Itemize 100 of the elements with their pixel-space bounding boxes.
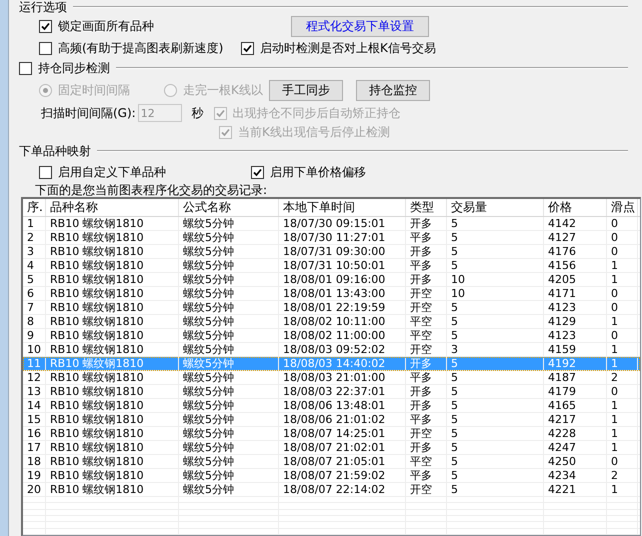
table-cell: RB10 螺纹钢1810 (46, 413, 179, 426)
table-cell: 18/08/03 09:52:02 (279, 343, 406, 356)
checkbox[interactable] (39, 166, 52, 178)
table-cell: 0 (607, 385, 638, 398)
position-monitor-button[interactable]: 持仓监控 (356, 80, 430, 100)
table-cell: 5 (447, 245, 544, 258)
table-cell: RB10 螺纹钢1810 (46, 469, 179, 482)
table-cell: 18/08/07 21:05:01 (279, 455, 406, 468)
table-cell: RB10 螺纹钢1810 (46, 483, 179, 496)
table-cell: 平多 (406, 469, 447, 482)
table-cell: RB10 螺纹钢1810 (46, 273, 179, 286)
table-cell: 1 (607, 343, 638, 356)
table-cell: 18/07/30 11:27:01 (279, 231, 406, 244)
table-cell: 1 (607, 483, 638, 496)
table-cell: 螺纹5分钟 (179, 287, 279, 300)
table-cell: 螺纹5分钟 (179, 469, 279, 482)
table-cell: 1 (607, 427, 638, 440)
table-cell: RB10 螺纹钢1810 (46, 287, 179, 300)
table-cell: 5 (447, 217, 544, 230)
table-cell: 0 (607, 217, 638, 230)
trade-settings-button[interactable]: 程式化交易下单设置 (291, 16, 429, 36)
checkbox[interactable] (19, 62, 32, 74)
table-cell: 4228 (544, 427, 607, 440)
table-cell: 7 (23, 301, 46, 314)
table-cell: RB10 螺纹钢1810 (46, 455, 179, 468)
checkbox[interactable] (241, 42, 254, 54)
checkbox[interactable] (251, 166, 264, 178)
table-row[interactable]: 15 RB10 螺纹钢1810 螺纹5分钟 18/08/06 21:01:02 平多 5 4217 1 (23, 413, 640, 427)
table-cell: 螺纹5分钟 (179, 483, 279, 496)
table-row[interactable]: 17 RB10 螺纹钢1810 螺纹5分钟 18/08/07 21:02:01 开多 5 4247 1 (23, 441, 640, 455)
table-row[interactable]: 9 RB10 螺纹钢1810 螺纹5分钟 18/08/02 11:00:00 平空 5 4123 0 (23, 329, 640, 343)
checkbox[interactable] (39, 20, 52, 32)
table-cell: 5 (447, 441, 544, 454)
table-cell: 螺纹5分钟 (179, 245, 279, 258)
table-cell: 11 (23, 357, 46, 370)
table-row[interactable]: 5 RB10 螺纹钢1810 螺纹5分钟 18/08/01 09:16:00 开多 10 4205 1 (23, 273, 640, 287)
table-cell: 4176 (544, 245, 607, 258)
table-cell: 1 (607, 259, 638, 272)
table-cell: RB10 螺纹钢1810 (46, 385, 179, 398)
table-cell: 18/08/02 10:11:00 (279, 315, 406, 328)
table-cell: 开多 (406, 399, 447, 412)
table-cell: 0 (607, 231, 638, 244)
table-cell: 18/08/06 21:01:02 (279, 413, 406, 426)
table-row[interactable]: 18 RB10 螺纹钢1810 螺纹5分钟 18/08/07 21:05:01 平空 5 4250 0 (23, 455, 640, 469)
table-cell: 12 (23, 371, 46, 384)
table-row[interactable]: 2 RB10 螺纹钢1810 螺纹5分钟 18/07/30 11:27:01 平多 5 4127 0 (23, 231, 640, 245)
table-row[interactable]: 14 RB10 螺纹钢1810 螺纹5分钟 18/08/06 13:48:01 开多 5 4165 1 (23, 399, 640, 413)
table-cell: 5 (447, 469, 544, 482)
table-cell: 平空 (406, 315, 447, 328)
table-cell: 螺纹5分钟 (179, 441, 279, 454)
table-cell: 平多 (406, 371, 447, 384)
table-cell: 20 (23, 483, 46, 496)
table-cell: 螺纹5分钟 (179, 357, 279, 370)
table-cell: RB10 螺纹钢1810 (46, 427, 179, 440)
table-cell: 4156 (544, 259, 607, 272)
table-cell: 18/08/06 13:48:01 (279, 399, 406, 412)
table-cell: 螺纹5分钟 (179, 399, 279, 412)
table-cell: 18/08/01 13:43:00 (279, 287, 406, 300)
table-cell: 5 (447, 301, 544, 314)
table-row[interactable]: 19 RB10 螺纹钢1810 螺纹5分钟 18/08/07 21:59:02 平多 5 4234 2 (23, 469, 640, 483)
table-cell: 4142 (544, 217, 607, 230)
table-row[interactable]: 10 RB10 螺纹钢1810 螺纹5分钟 18/08/03 09:52:02 开空 3 4159 1 (23, 343, 640, 357)
table-cell: 开空 (406, 287, 447, 300)
table-cell: RB10 螺纹钢1810 (46, 329, 179, 342)
table-cell: 5 (447, 483, 544, 496)
table-cell: 5 (447, 385, 544, 398)
table-cell: 0 (607, 287, 638, 300)
table-cell: 开多 (406, 245, 447, 258)
manual-sync-button[interactable]: 手工同步 (269, 80, 343, 100)
table-cell: 18/08/03 22:37:01 (279, 385, 406, 398)
table-row[interactable]: 20 RB10 螺纹钢1810 螺纹5分钟 18/08/07 22:14:02 开空 5 4221 1 (23, 483, 640, 497)
checkbox-label: 启动时检测是否对上根K信号交易 (260, 40, 436, 56)
table-cell: 0 (607, 245, 638, 258)
table-cell: 1 (607, 413, 638, 426)
table-cell: 平空 (406, 329, 447, 342)
table-cell: RB10 螺纹钢1810 (46, 259, 179, 272)
table-row[interactable]: 16 RB10 螺纹钢1810 螺纹5分钟 18/08/07 14:25:01 开空 5 4228 1 (23, 427, 640, 441)
table-cell: 1 (607, 399, 638, 412)
table-row[interactable]: 13 RB10 螺纹钢1810 螺纹5分钟 18/08/03 22:37:01 开多 5 4179 0 (23, 385, 640, 399)
table-cell: 18/08/01 09:16:00 (279, 273, 406, 286)
table-cell: 螺纹5分钟 (179, 301, 279, 314)
table-row[interactable]: 4 RB10 螺纹钢1810 螺纹5分钟 18/07/31 10:50:01 平多 5 4156 1 (23, 259, 640, 273)
table-cell: 螺纹5分钟 (179, 343, 279, 356)
table-row[interactable]: 1 RB10 螺纹钢1810 螺纹5分钟 18/07/30 09:15:01 开多 5 4142 0 (23, 217, 640, 231)
table-cell: 螺纹5分钟 (179, 259, 279, 272)
table-row[interactable]: 12 RB10 螺纹钢1810 螺纹5分钟 18/08/03 21:01:00 平多 5 4187 2 (23, 371, 640, 385)
table-row[interactable]: 7 RB10 螺纹钢1810 螺纹5分钟 18/08/01 22:19:59 开空 5 4123 0 (23, 301, 640, 315)
table-row[interactable]: 6 RB10 螺纹钢1810 螺纹5分钟 18/08/01 13:43:00 开空 10 4171 0 (23, 287, 640, 301)
checkbox[interactable] (39, 42, 52, 54)
table-cell: 4159 (544, 343, 607, 356)
table-cell: 5 (447, 371, 544, 384)
table-row[interactable]: 3 RB10 螺纹钢1810 螺纹5分钟 18/07/31 09:30:00 开多 5 4176 0 (23, 245, 640, 259)
table-cell: 10 (23, 343, 46, 356)
table-row[interactable]: 8 RB10 螺纹钢1810 螺纹5分钟 18/08/02 10:11:00 平空 5 4129 1 (23, 315, 640, 329)
checkbox-label: 高频(有助于提高图表刷新速度) (58, 40, 224, 56)
seconds-unit: 秒 (192, 104, 204, 122)
table-cell: 2 (23, 231, 46, 244)
table-cell: 螺纹5分钟 (179, 217, 279, 230)
table-cell: RB10 螺纹钢1810 (46, 245, 179, 258)
table-cell: 5 (447, 231, 544, 244)
